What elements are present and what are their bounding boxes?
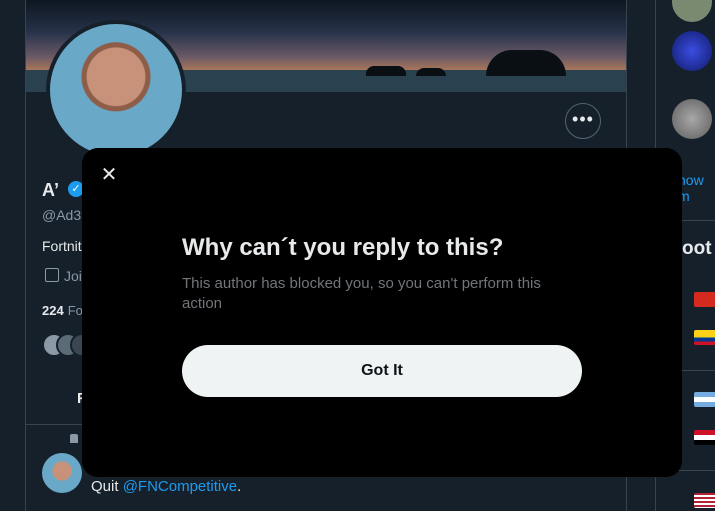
got-it-button[interactable]: Got It [182,345,582,397]
close-icon[interactable]: ✕ [94,160,124,190]
dialog-message: This author has blocked you, so you can'… [182,275,541,312]
blocked-reply-dialog: ✕ Why can´t you reply to this? This auth… [82,148,682,477]
dialog-title: Why can´t you reply to this? [182,234,504,261]
modal-backdrop: ✕ Why can´t you reply to this? This auth… [0,0,715,511]
